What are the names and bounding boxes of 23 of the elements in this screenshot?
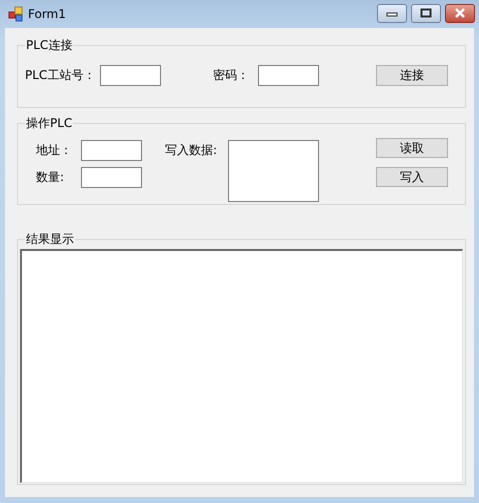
field-label: PLC工站号： (25, 67, 96, 84)
field-label: 数量: (36, 169, 66, 186)
data-input-field[interactable] (228, 140, 319, 202)
input-field[interactable] (258, 65, 319, 86)
close-icon (454, 8, 466, 18)
window-title: Form1 (28, 7, 67, 21)
field-label: 密码： (213, 67, 250, 84)
group-title: PLC连接 (25, 38, 74, 52)
input-field[interactable] (81, 167, 142, 188)
field-label: 写入数据: (165, 142, 218, 159)
group-title: 操作PLC (25, 116, 74, 130)
minimize-button[interactable] (377, 4, 407, 22)
action-button[interactable]: 写入 (376, 167, 448, 187)
field-label: 地址： (36, 142, 73, 159)
action-button[interactable]: 读取 (376, 138, 448, 158)
action-button[interactable]: 连接 (376, 65, 448, 86)
maximize-button[interactable] (411, 4, 441, 22)
close-button[interactable] (445, 4, 475, 22)
maximize-icon (420, 8, 432, 18)
input-field[interactable] (100, 65, 161, 86)
input-field[interactable] (81, 140, 142, 161)
app-icon (8, 6, 24, 22)
group-title: 结果显示 (25, 232, 75, 246)
